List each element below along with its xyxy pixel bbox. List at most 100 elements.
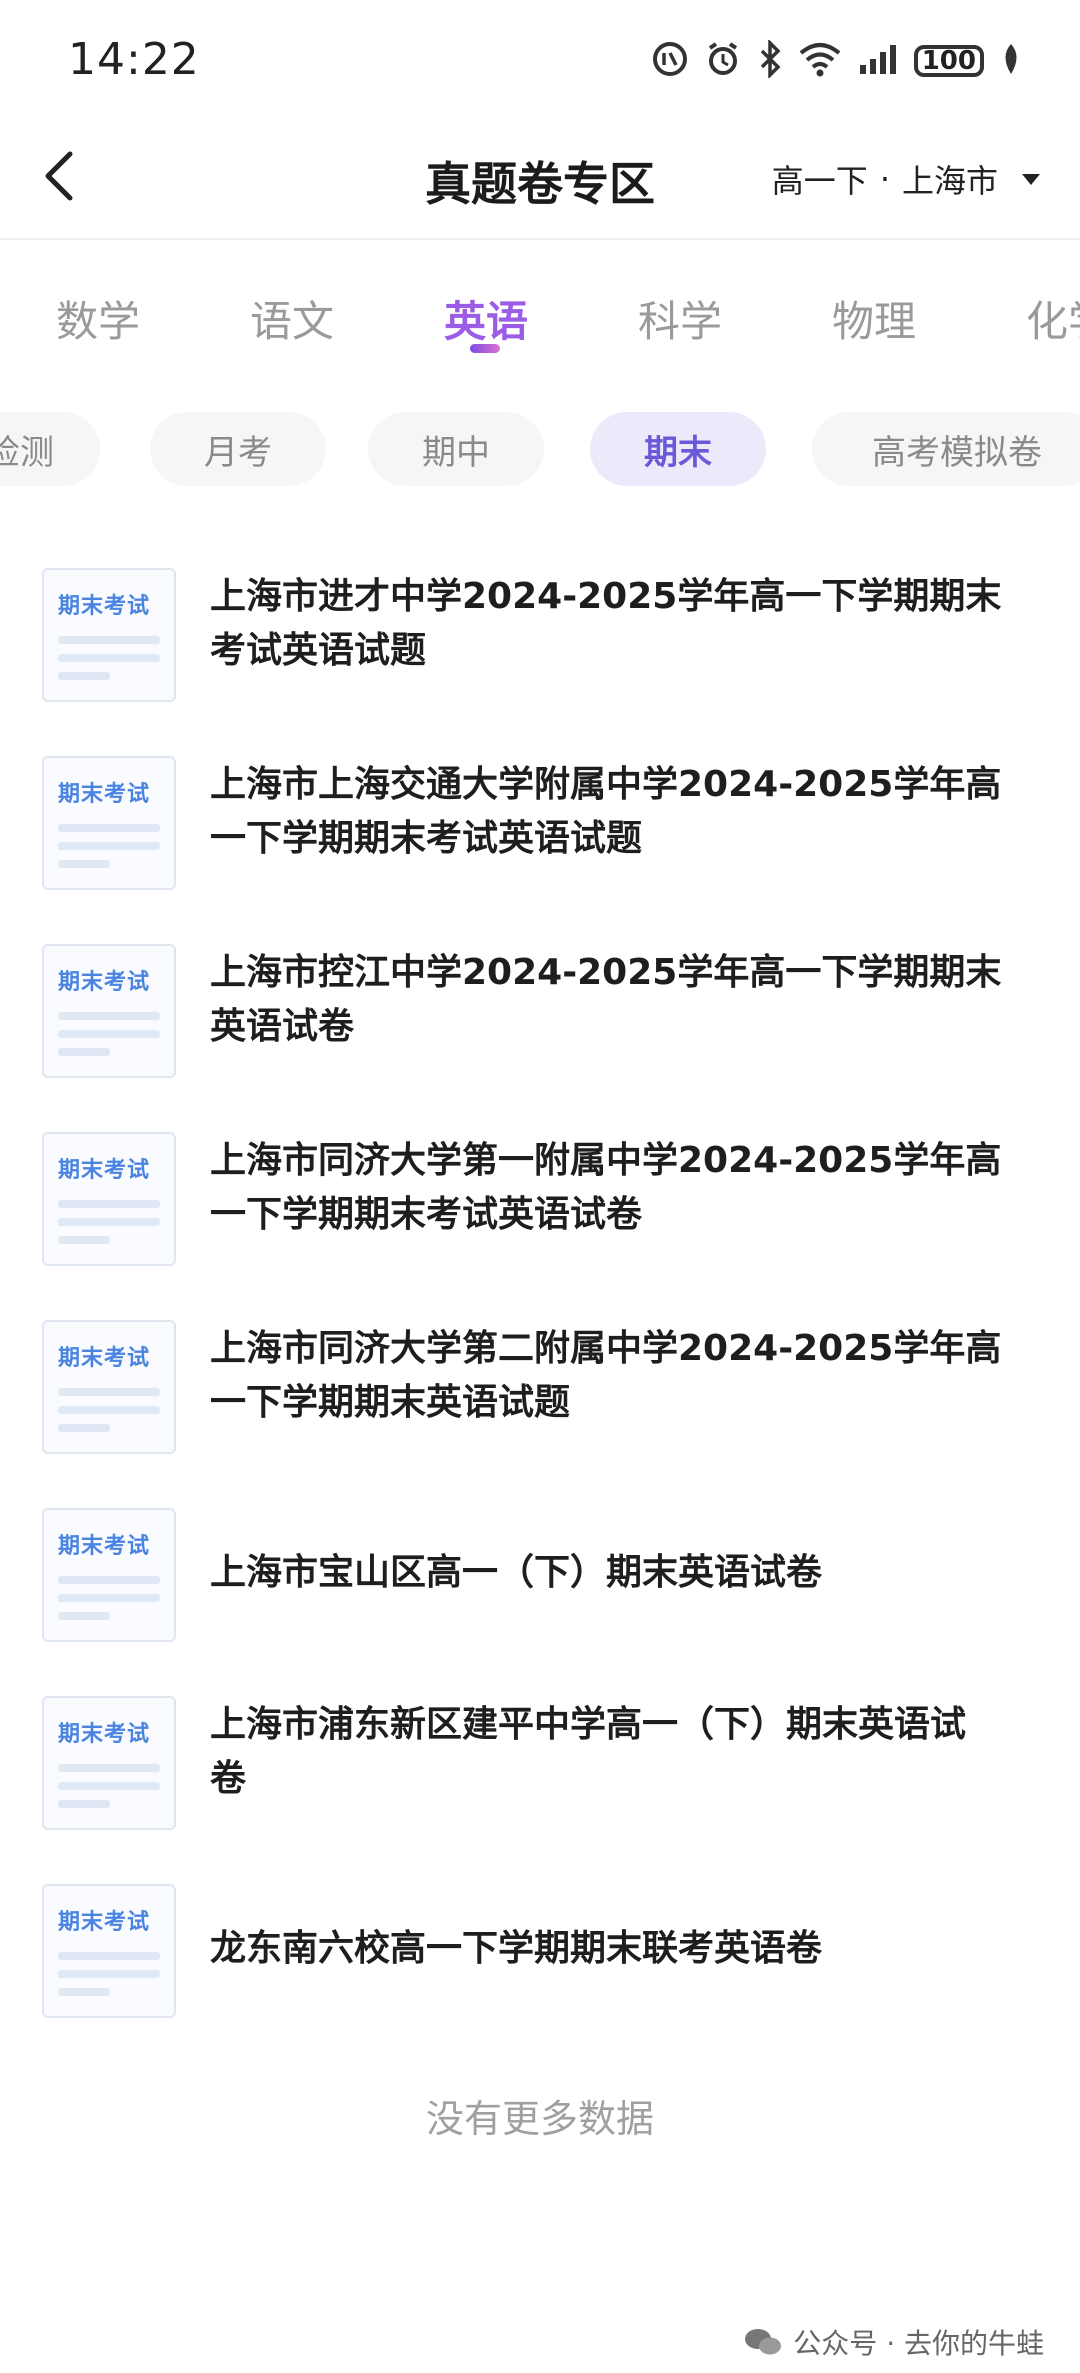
thumbnail-line [58,1406,160,1414]
paper-thumbnail: 期末考试 [42,1132,176,1266]
subject-tabs: 数学 语文 英语 科学 物理 化学 [0,270,1080,360]
paper-title-line: 上海市同济大学第二附属中学2024-2025学年高 [210,1328,1002,1369]
paper-thumbnail: 期末考试 [42,944,176,1078]
filter-chips: 检测 月考 期中 期末 高考模拟卷 [0,412,1080,488]
paper-title-line: 上海市控江中学2024-2025学年高一下学期期末 [210,952,1002,993]
filter-chip-final[interactable]: 期末 [590,412,766,486]
thumbnail-line [58,1764,160,1772]
watermark-text: 公众号 · 去你的牛蛙 [793,2327,1044,2360]
paper-title-line: 一下学期期末英语试题 [210,1382,571,1423]
filter-chip-midterm[interactable]: 期中 [368,412,544,486]
active-tab-indicator [470,344,500,353]
nfc-icon [652,41,688,81]
paper-title: 上海市同济大学第一附属中学2024-2025学年高 一下学期期末考试英语试卷 [210,1134,1050,1242]
thumbnail-label: 期末考试 [58,1910,151,1935]
paper-title: 上海市宝山区高一（下）期末英语试卷 [210,1546,1050,1600]
paper-thumbnail: 期末考试 [42,756,176,890]
paper-title-line: 上海市上海交通大学附属中学2024-2025学年高 [210,764,1002,805]
paper-title-line: 龙东南六校高一下学期期末联考英语卷 [210,1928,823,1969]
paper-title: 上海市控江中学2024-2025学年高一下学期期末 英语试卷 [210,946,1050,1054]
paper-list-item[interactable]: 期末考试 上海市同济大学第一附属中学2024-2025学年高 一下学期期末考试英… [0,1124,1080,1274]
grade-region-selector[interactable]: 高一下 · 上海市 [772,156,1040,202]
paper-title: 上海市进才中学2024-2025学年高一下学期期末 考试英语试题 [210,570,1050,678]
thumbnail-line [58,1952,160,1960]
grade-label: 高一下 [771,162,868,200]
region-label: 上海市 [901,162,998,200]
filter-chip-monthly[interactable]: 月考 [150,412,326,486]
tab-english[interactable]: 英语 [444,288,528,349]
caret-down-icon [1022,173,1040,185]
status-time: 14:22 [68,34,200,85]
paper-title-line: 上海市进才中学2024-2025学年高一下学期期末 [210,576,1002,617]
paper-title: 上海市浦东新区建平中学高一（下）期末英语试 卷 [210,1698,1050,1806]
thumbnail-line [58,842,160,850]
wechat-icon [745,2329,782,2355]
paper-list-item[interactable]: 期末考试 上海市同济大学第二附属中学2024-2025学年高 一下学期期末英语试… [0,1312,1080,1462]
paper-title-line: 考试英语试题 [210,630,427,671]
thumbnail-line [58,1200,160,1208]
tab-science[interactable]: 科学 [638,288,722,349]
paper-title-line: 上海市宝山区高一（下）期末英语试卷 [210,1552,823,1593]
thumbnail-line [58,1988,110,1996]
thumbnail-label: 期末考试 [58,1722,151,1747]
thumbnail-line [58,672,110,680]
status-icons: 100 [652,38,1022,82]
thumbnail-line [58,1012,160,1020]
battery-indicator: 100 [913,45,984,77]
bluetooth-icon [758,38,782,82]
thumbnail-line [58,1030,160,1038]
status-bar: 14:22 100 [0,0,1080,120]
watermark: 公众号 · 去你的牛蛙 [743,2322,1044,2362]
filter-chip-gaokao-mock[interactable]: 高考模拟卷 [812,412,1080,486]
tab-math[interactable]: 数学 [56,288,140,349]
thumbnail-label: 期末考试 [58,1534,151,1559]
paper-title-line: 英语试卷 [210,1006,355,1047]
thumbnail-line [58,1218,160,1226]
paper-list-item[interactable]: 期末考试 龙东南六校高一下学期期末联考英语卷 [0,1876,1080,2026]
paper-thumbnail: 期末考试 [42,568,176,702]
thumbnail-line [58,636,160,644]
tab-physics[interactable]: 物理 [832,288,916,349]
thumbnail-label: 期末考试 [58,1346,151,1371]
no-more-data-text: 没有更多数据 [425,2097,654,2141]
wifi-icon [798,41,842,81]
thumbnail-line [58,1424,110,1432]
thumbnail-label: 期末考试 [58,1158,151,1183]
signal-icon [858,43,898,79]
alarm-icon [704,40,742,82]
paper-title-line: 一下学期期末考试英语试卷 [210,1194,643,1235]
page-header: 真题卷专区 高一下 · 上海市 [0,120,1080,240]
thumbnail-line [58,654,160,662]
paper-list-item[interactable]: 期末考试 上海市浦东新区建平中学高一（下）期末英语试 卷 [0,1688,1080,1838]
paper-thumbnail: 期末考试 [42,1696,176,1830]
paper-title: 龙东南六校高一下学期期末联考英语卷 [210,1922,1050,1976]
tab-chinese[interactable]: 语文 [250,288,334,349]
thumbnail-line [58,1800,110,1808]
separator-dot: · [879,160,890,198]
paper-thumbnail: 期末考试 [42,1320,176,1454]
filter-chip-test[interactable]: 检测 [0,412,100,486]
paper-title-line: 上海市同济大学第一附属中学2024-2025学年高 [210,1140,1002,1181]
tab-chemistry[interactable]: 化学 [1026,288,1080,349]
paper-title: 上海市上海交通大学附属中学2024-2025学年高 一下学期期末考试英语试题 [210,758,1050,866]
paper-title-line: 一下学期期末考试英语试题 [210,818,643,859]
thumbnail-line [58,1782,160,1790]
paper-list-item[interactable]: 期末考试 上海市上海交通大学附属中学2024-2025学年高 一下学期期末考试英… [0,748,1080,898]
thumbnail-line [58,1048,110,1056]
paper-title-line: 上海市浦东新区建平中学高一（下）期末英语试 [210,1704,967,1745]
thumbnail-line [58,860,110,868]
leaf-icon [1000,42,1022,80]
thumbnail-line [58,1576,160,1584]
thumbnail-label: 期末考试 [58,594,151,619]
thumbnail-line [58,1612,110,1620]
thumbnail-line [58,1388,160,1396]
paper-title-line: 卷 [210,1758,247,1799]
paper-list-item[interactable]: 期末考试 上海市宝山区高一（下）期末英语试卷 [0,1500,1080,1650]
paper-list-item[interactable]: 期末考试 上海市进才中学2024-2025学年高一下学期期末 考试英语试题 [0,560,1080,710]
thumbnail-line [58,824,160,832]
paper-list-item[interactable]: 期末考试 上海市控江中学2024-2025学年高一下学期期末 英语试卷 [0,936,1080,1086]
thumbnail-line [58,1236,110,1244]
thumbnail-line [58,1970,160,1978]
paper-thumbnail: 期末考试 [42,1884,176,2018]
thumbnail-line [58,1594,160,1602]
